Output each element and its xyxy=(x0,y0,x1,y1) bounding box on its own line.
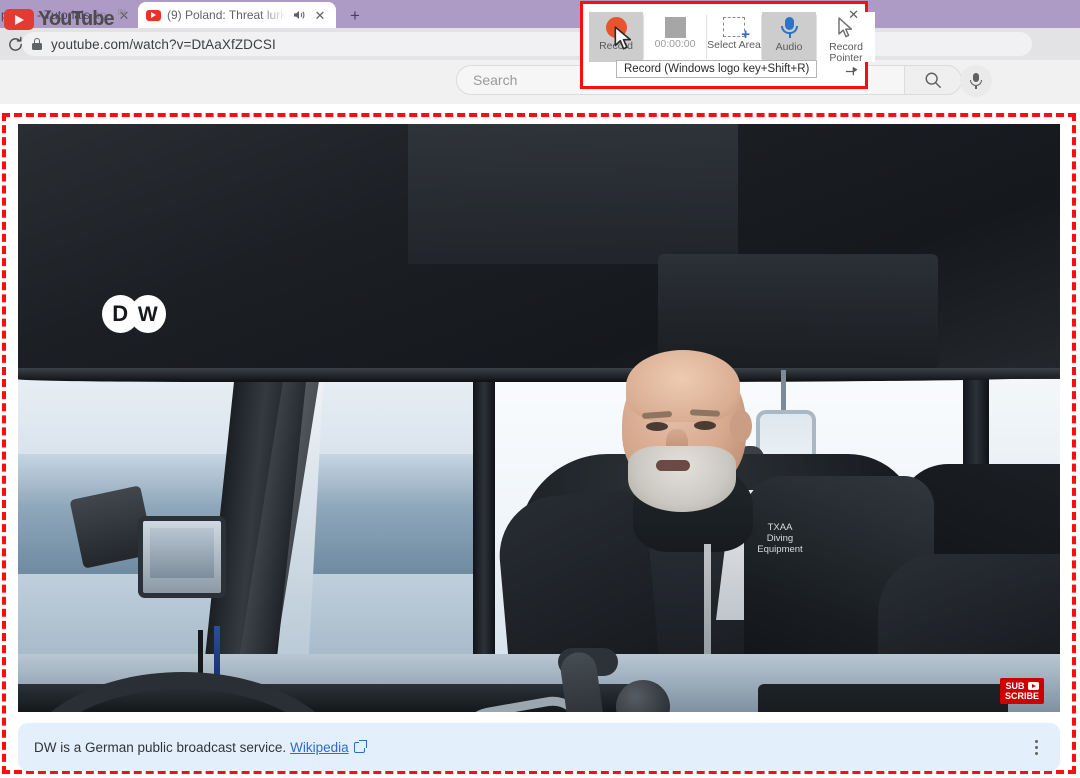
external-link-icon xyxy=(354,742,365,753)
microphone-icon xyxy=(972,73,980,89)
brand-line-2: Diving xyxy=(730,533,830,544)
video-person-scalp xyxy=(626,350,740,422)
info-card-text: DW is a German public broadcast service. xyxy=(34,740,286,755)
screen-recorder-toolbar: Record 00:00:00 + Select Area Audio xyxy=(580,1,868,89)
youtube-play-icon xyxy=(4,9,34,30)
browser-tab-active[interactable]: (9) Poland: Threat lurking in t ✕ xyxy=(138,2,336,28)
audio-button-label: Audio xyxy=(776,42,803,53)
video-radar-screen xyxy=(150,528,214,578)
youtube-play-icon-small xyxy=(1028,682,1039,690)
wikipedia-link[interactable]: Wikipedia xyxy=(290,740,349,755)
video-person-eye-left xyxy=(646,422,668,431)
video-person-beard xyxy=(628,446,736,512)
audio-button[interactable]: Audio xyxy=(762,12,816,62)
youtube-logo[interactable]: YouTube IN xyxy=(4,9,126,30)
microphone-icon xyxy=(779,17,799,39)
recording-timer: 00:00:00 xyxy=(655,38,696,50)
subscribe-watermark[interactable]: SUB SCRIBE xyxy=(1000,678,1044,704)
speaker-icon[interactable] xyxy=(292,8,306,22)
video-ceiling-edge xyxy=(18,368,1060,382)
screen-root: pages - Tutorials and fixes ✕ (9) Poland… xyxy=(0,0,1080,778)
video-player[interactable]: TXAA Diving Equipment D W SUB xyxy=(18,124,1060,712)
brand-line-3: Equipment xyxy=(730,544,830,555)
browser-tab-strip: pages - Tutorials and fixes ✕ (9) Poland… xyxy=(0,0,1080,28)
browser-omnibar: youtube.com/watch?v=DtAaXfZDCSI xyxy=(0,28,1080,60)
new-tab-button[interactable]: + xyxy=(343,4,367,26)
video-window-frame-mid xyxy=(473,356,495,686)
video-jacket-brand-text: TXAA Diving Equipment xyxy=(730,522,830,554)
plus-icon: + xyxy=(741,27,750,42)
address-bar[interactable]: youtube.com/watch?v=DtAaXfZDCSI xyxy=(22,32,1032,56)
youtube-wordmark: YouTube xyxy=(38,9,114,29)
video-dash-bin xyxy=(758,684,1008,712)
record-pointer-button[interactable]: Record Pointer xyxy=(817,12,875,62)
stop-square-icon xyxy=(665,17,686,38)
close-icon[interactable]: ✕ xyxy=(848,8,859,21)
subscribe-line-1: SUB xyxy=(1005,681,1024,691)
video-person-ear xyxy=(730,410,752,442)
brand-line-1: TXAA xyxy=(730,522,830,533)
video-person-mouth xyxy=(656,460,690,471)
search-button[interactable] xyxy=(904,65,962,95)
url-text: youtube.com/watch?v=DtAaXfZDCSI xyxy=(51,37,276,52)
record-pointer-label: Record Pointer xyxy=(817,42,875,64)
tab-close-icon[interactable]: ✕ xyxy=(312,7,328,23)
voice-search-button[interactable] xyxy=(960,65,992,97)
mouse-cursor xyxy=(613,26,635,57)
search-placeholder: Search xyxy=(473,72,517,88)
video-info-card: DW is a German public broadcast service.… xyxy=(18,723,1060,771)
select-area-button[interactable]: + Select Area xyxy=(707,12,761,62)
video-ceiling-panel xyxy=(408,124,738,264)
select-area-label: Select Area xyxy=(707,40,761,51)
search-icon xyxy=(924,71,942,89)
youtube-icon xyxy=(146,10,161,21)
video-person-eye-right xyxy=(694,421,716,430)
record-tooltip: Record (Windows logo key+Shift+R) xyxy=(616,60,817,78)
pin-icon[interactable] xyxy=(845,65,858,80)
lock-icon xyxy=(32,38,42,50)
dw-logo-w: W xyxy=(130,295,167,333)
stop-timer-group[interactable]: 00:00:00 xyxy=(644,12,706,62)
subscribe-line-2: SCRIBE xyxy=(1005,691,1039,701)
youtube-country-code: IN xyxy=(118,8,126,17)
kebab-menu-icon[interactable] xyxy=(1029,734,1044,761)
dw-channel-watermark: D W xyxy=(102,294,166,334)
tab-title: (9) Poland: Threat lurking in t xyxy=(167,8,286,22)
select-area-icon: + xyxy=(723,17,745,37)
